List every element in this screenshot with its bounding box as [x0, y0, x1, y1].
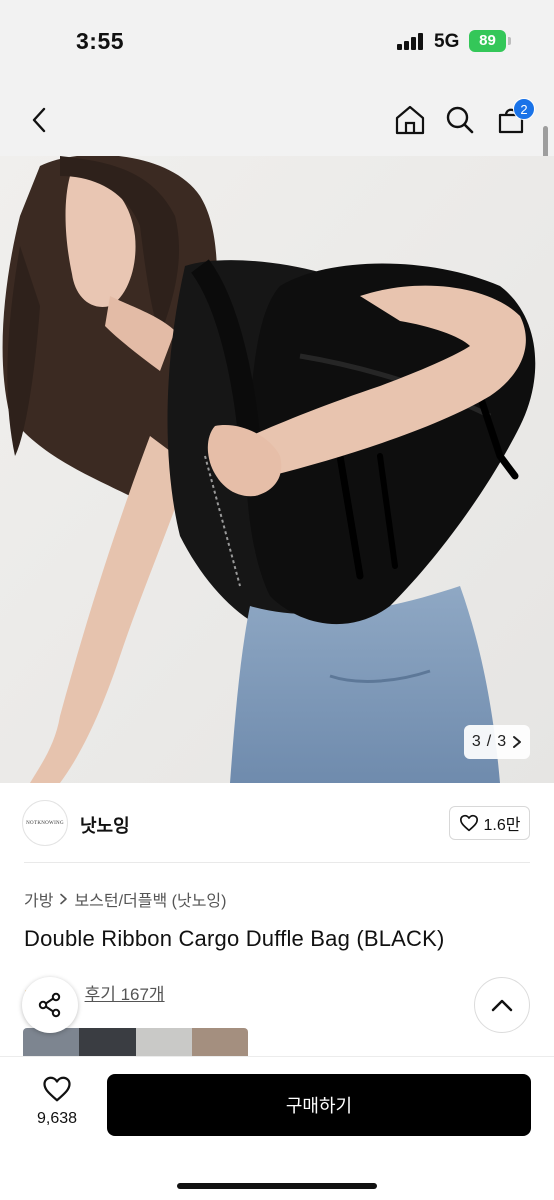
chevron-right-icon — [60, 893, 68, 905]
scroll-top-button[interactable] — [474, 977, 530, 1033]
back-icon — [32, 107, 46, 133]
page-separator: / — [486, 733, 492, 750]
brand-logo[interactable]: NOTKNOWING — [22, 800, 68, 846]
product-image-carousel[interactable]: 3 / 3 — [0, 156, 554, 783]
nav-bar: 2 — [0, 84, 554, 156]
heart-icon — [43, 1076, 71, 1102]
cart-button[interactable]: 2 — [493, 98, 535, 138]
share-icon — [38, 992, 61, 1018]
home-indicator — [177, 1183, 377, 1189]
back-button[interactable] — [22, 102, 58, 138]
status-time: 3:55 — [76, 28, 125, 54]
share-button[interactable] — [22, 977, 78, 1033]
page-current: 3 — [471, 733, 481, 750]
product-photo — [0, 156, 554, 783]
brand-like-count: 1.6만 — [483, 817, 521, 834]
wishlist-button[interactable]: 9,638 — [24, 1075, 90, 1128]
product-title: Double Ribbon Cargo Duffle Bag (BLACK) — [24, 926, 445, 951]
image-page-indicator[interactable]: 3 / 3 — [464, 725, 530, 759]
signal-icon — [397, 33, 425, 50]
buy-button[interactable]: 구매하기 — [107, 1074, 531, 1136]
network-type: 5G — [434, 31, 460, 52]
page-total: 3 — [497, 733, 507, 750]
breadcrumb-item[interactable]: 가방 — [24, 887, 53, 911]
divider — [24, 862, 530, 863]
status-bar: 3:55 5G 89 — [0, 0, 554, 84]
home-icon — [395, 105, 425, 135]
brand-like-button[interactable]: 1.6만 — [449, 806, 530, 840]
search-button[interactable] — [442, 102, 478, 138]
wishlist-count: 9,638 — [36, 1110, 78, 1127]
review-thumbnail[interactable] — [191, 1028, 248, 1056]
review-thumbnails[interactable] — [23, 1028, 248, 1056]
battery-level: 89 — [479, 32, 496, 49]
cart-count-badge: 2 — [513, 98, 535, 120]
breadcrumb-item[interactable]: 보스턴/더플백 (낫노잉) — [74, 887, 226, 911]
chevron-up-icon — [491, 999, 513, 1012]
bottom-action-bar: 9,638 구매하기 — [0, 1056, 554, 1200]
review-thumbnail[interactable] — [79, 1028, 136, 1056]
chevron-right-icon — [513, 736, 522, 748]
review-link[interactable]: 후기 167개 — [85, 980, 165, 1005]
home-button[interactable] — [392, 102, 428, 138]
brand-name[interactable]: 낫노잉 — [80, 812, 130, 838]
review-thumbnail[interactable] — [135, 1028, 192, 1056]
heart-icon — [459, 814, 478, 832]
battery-icon: 89 — [469, 30, 511, 52]
breadcrumb: 가방 보스턴/더플백 (낫노잉) — [24, 887, 226, 911]
brand-logo-text: NOTKNOWING — [26, 820, 64, 826]
search-icon — [446, 106, 474, 134]
brand-row[interactable]: NOTKNOWING 낫노잉 1.6만 — [0, 783, 554, 863]
